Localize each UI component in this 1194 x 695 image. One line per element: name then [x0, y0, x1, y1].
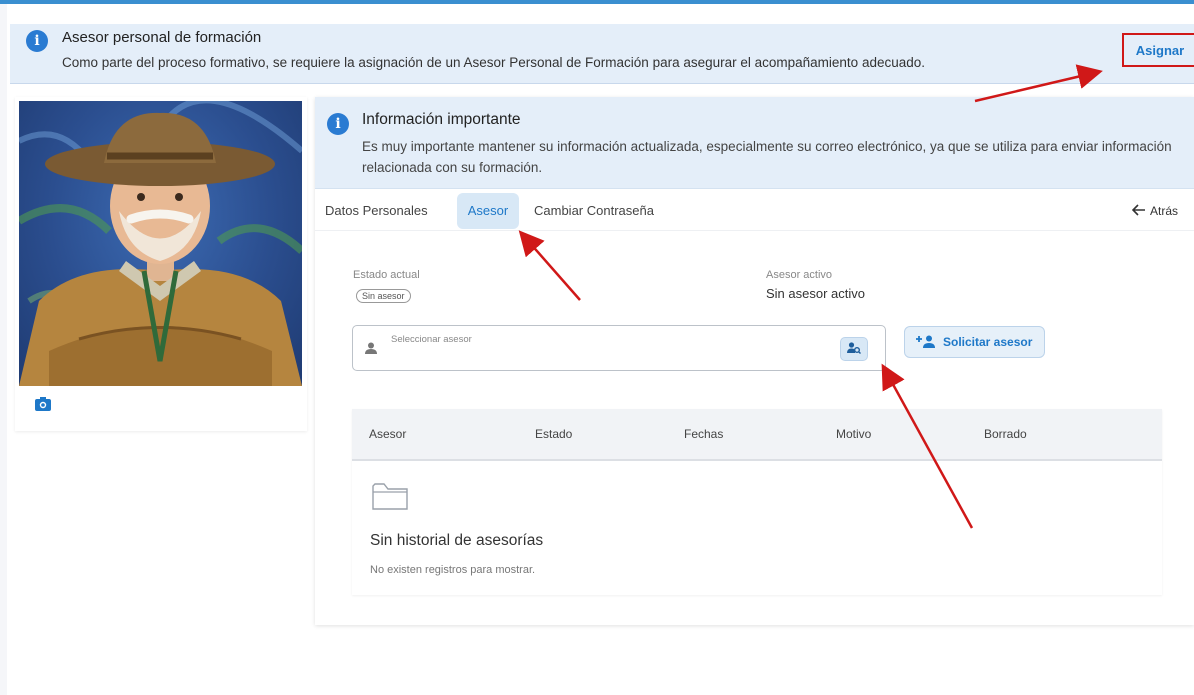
back-link[interactable]: Atrás	[1131, 193, 1179, 229]
column-header-motivo: Motivo	[836, 427, 872, 441]
profile-card	[15, 97, 307, 431]
advisor-banner: i Asesor personal de formación Como part…	[10, 24, 1194, 84]
camera-icon[interactable]	[34, 397, 52, 413]
table-header: Asesor Estado Fechas Motivo Borrado	[352, 409, 1162, 461]
tab-asesor[interactable]: Asesor	[457, 193, 519, 229]
history-table: Asesor Estado Fechas Motivo Borrado Sin …	[352, 409, 1162, 595]
arrow-left-icon	[1131, 204, 1145, 216]
advisor-select[interactable]: Seleccionar asesor	[352, 325, 886, 371]
empty-state-text: No existen registros para mostrar.	[370, 564, 536, 576]
status-badge: Sin asesor	[356, 289, 411, 303]
avatar-portrait	[19, 101, 302, 386]
back-label: Atrás	[1150, 204, 1179, 218]
column-header-estado: Estado	[535, 427, 573, 441]
person-add-icon	[916, 335, 935, 348]
tab-bar: Datos Personales Asesor Cambiar Contrase…	[315, 193, 1194, 231]
assign-button[interactable]: Asignar	[1122, 33, 1194, 67]
column-header-asesor: Asesor	[369, 427, 407, 441]
info-icon: i	[327, 113, 349, 135]
person-icon	[365, 342, 377, 354]
column-header-borrado: Borrado	[984, 427, 1027, 441]
banner-text: Como parte del proceso formativo, se req…	[62, 55, 925, 70]
activo-value: Sin asesor activo	[766, 286, 865, 301]
search-advisor-button[interactable]	[840, 337, 868, 361]
request-advisor-button[interactable]: Solicitar asesor	[904, 326, 1045, 358]
select-placeholder: Seleccionar asesor	[391, 334, 472, 345]
main-panel: i Información importante Es muy importan…	[315, 97, 1194, 625]
top-accent-line	[0, 0, 1194, 4]
info-icon: i	[26, 30, 48, 52]
column-header-fechas: Fechas	[684, 427, 724, 441]
tab-datos-personales[interactable]: Datos Personales	[325, 193, 428, 229]
banner-title: Asesor personal de formación	[62, 29, 262, 46]
info-title: Información importante	[362, 111, 521, 128]
empty-state-title: Sin historial de asesorías	[370, 532, 544, 549]
important-info-box: i Información importante Es muy importan…	[315, 97, 1194, 189]
activo-label: Asesor activo	[766, 269, 833, 281]
folder-icon	[372, 483, 408, 510]
person-search-icon	[847, 341, 861, 354]
avatar	[19, 101, 302, 386]
left-edge	[0, 4, 7, 695]
tab-cambiar-contrasena[interactable]: Cambiar Contraseña	[534, 193, 654, 229]
estado-label: Estado actual	[353, 269, 420, 281]
request-advisor-label: Solicitar asesor	[943, 335, 1033, 349]
info-text: Es muy importante mantener su informació…	[362, 139, 1172, 175]
